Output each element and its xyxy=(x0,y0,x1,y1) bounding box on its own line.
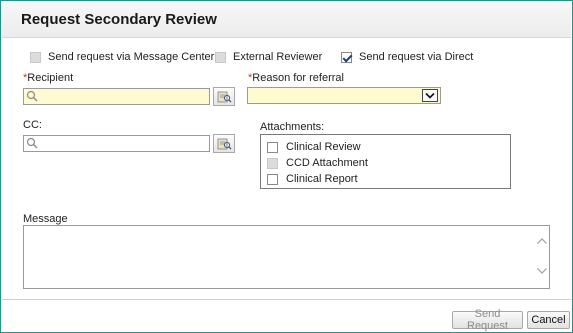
ccd-attachment-checkbox xyxy=(267,157,278,169)
recipient-lookup-button[interactable] xyxy=(213,87,235,106)
reason-for-referral-select[interactable] xyxy=(247,87,441,104)
recipient-search-icon xyxy=(26,90,38,102)
send-via-direct-checkbox[interactable] xyxy=(341,51,352,63)
ccd-attachment-label: CCD Attachment xyxy=(286,157,368,169)
chevron-down-icon xyxy=(425,92,435,99)
option-send-via-direct[interactable]: Send request via Direct xyxy=(341,50,473,64)
option-message-center: Send request via Message Center xyxy=(30,50,214,64)
clinical-review-checkbox[interactable] xyxy=(267,141,278,153)
cancel-button[interactable]: Cancel xyxy=(527,311,570,329)
cc-search-icon xyxy=(26,137,38,149)
request-secondary-review-dialog: Request Secondary Review Send request vi… xyxy=(0,0,573,333)
cc-label: CC: xyxy=(23,119,42,131)
option-external-reviewer: External Reviewer xyxy=(215,50,322,64)
reason-label-group: *Reason for referral xyxy=(248,72,344,84)
cc-lookup-button[interactable] xyxy=(213,134,235,153)
external-reviewer-checkbox xyxy=(215,51,226,63)
recipient-input[interactable] xyxy=(23,88,210,105)
attachment-clinical-report[interactable]: Clinical Report xyxy=(267,172,358,186)
send-request-button[interactable]: Send Request xyxy=(452,308,523,332)
scroll-up-icon[interactable] xyxy=(536,237,548,245)
message-textarea[interactable] xyxy=(23,225,550,289)
clinical-review-label[interactable]: Clinical Review xyxy=(286,141,361,153)
dialog-title: Request Secondary Review xyxy=(21,11,217,28)
scroll-down-icon[interactable] xyxy=(536,267,548,275)
clinical-report-label[interactable]: Clinical Report xyxy=(286,173,358,185)
dialog-titlebar: Request Secondary Review xyxy=(2,2,571,38)
reason-label: Reason for referral xyxy=(252,72,344,84)
recipient-label-group: *Recipient xyxy=(23,72,73,84)
external-reviewer-label: External Reviewer xyxy=(233,51,323,63)
footer-divider xyxy=(2,299,571,300)
reason-dropdown-toggle[interactable] xyxy=(422,89,438,102)
attachments-label: Attachments: xyxy=(260,121,325,133)
message-center-checkbox xyxy=(30,51,41,63)
message-label: Message xyxy=(23,213,68,225)
address-book-icon xyxy=(217,138,232,149)
attachment-ccd: CCD Attachment xyxy=(267,156,368,170)
address-book-icon xyxy=(217,91,232,102)
clinical-report-checkbox[interactable] xyxy=(267,173,278,185)
cc-input[interactable] xyxy=(23,135,210,152)
attachments-list: Clinical Review CCD Attachment Clinical … xyxy=(260,134,511,189)
recipient-label: Recipient xyxy=(27,72,74,84)
message-center-label: Send request via Message Center xyxy=(48,51,215,63)
send-via-direct-label[interactable]: Send request via Direct xyxy=(359,51,473,63)
attachment-clinical-review[interactable]: Clinical Review xyxy=(267,140,361,154)
